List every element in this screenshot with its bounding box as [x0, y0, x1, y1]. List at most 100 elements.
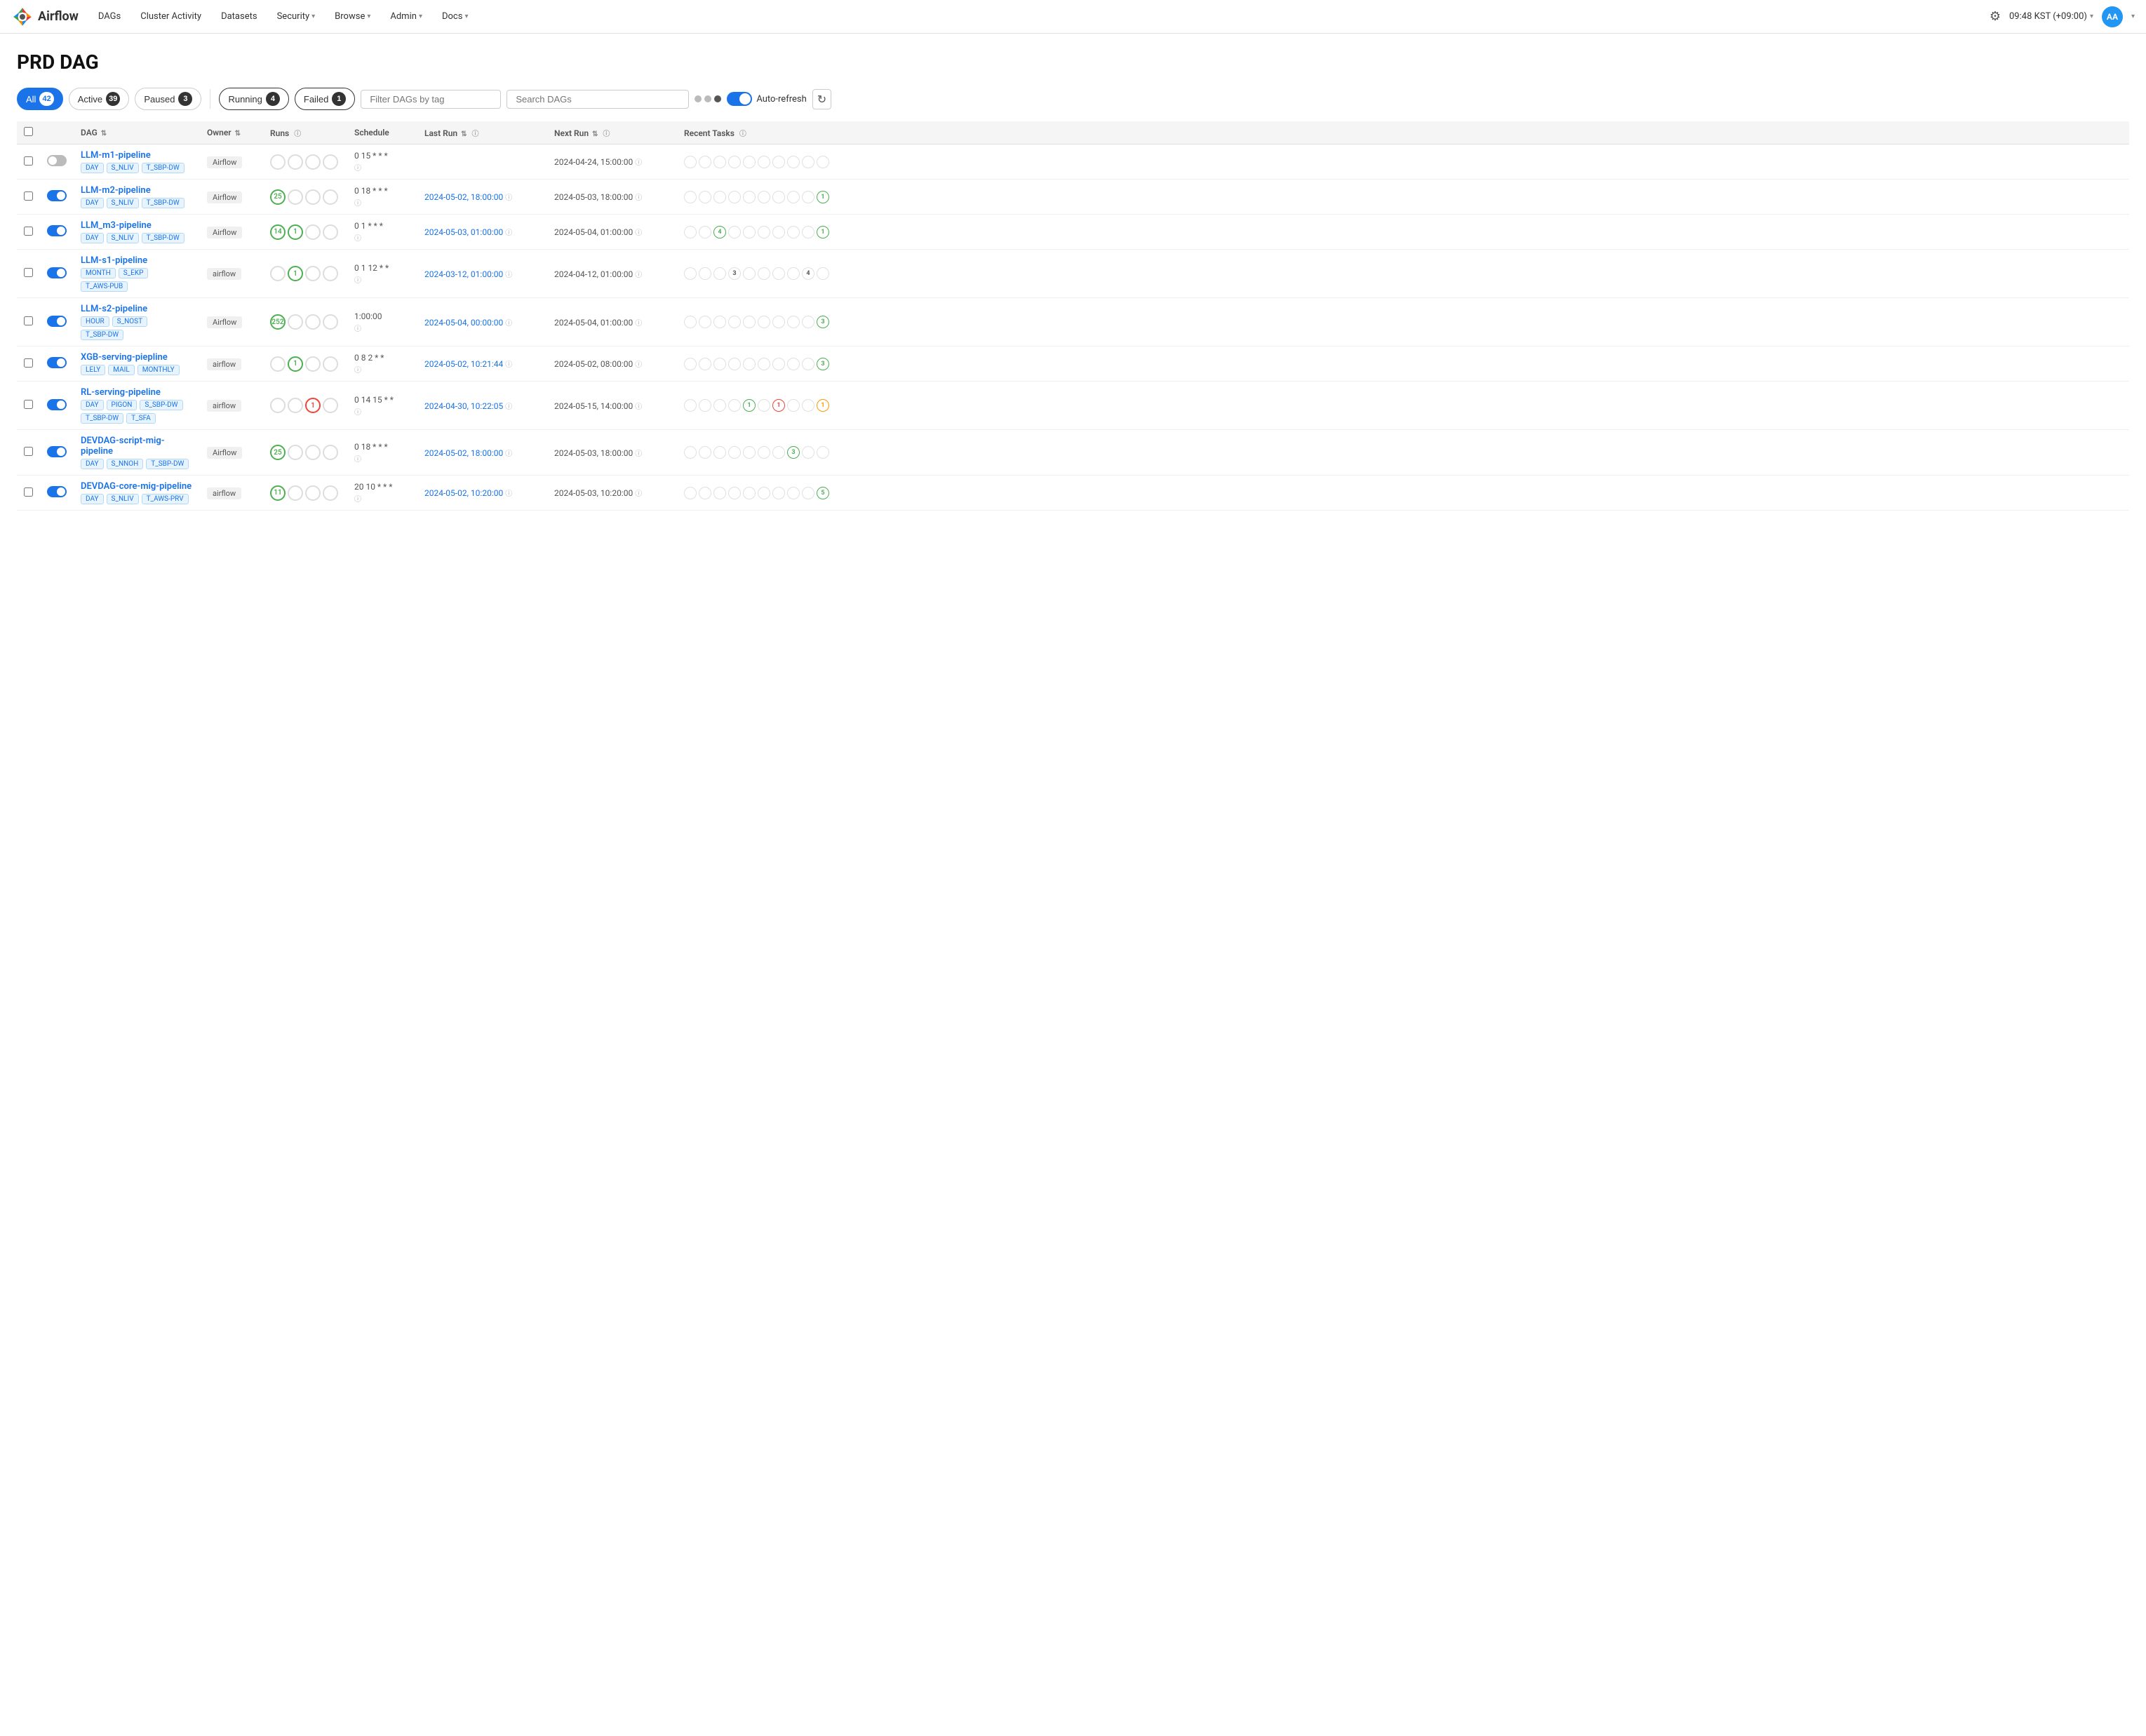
task-circle[interactable]: 1	[772, 399, 785, 412]
dag-toggle[interactable]	[47, 225, 67, 236]
lastrun-info-icon[interactable]: ⓘ	[505, 361, 512, 369]
run-circle[interactable]: 1	[288, 224, 303, 240]
dag-tag[interactable]: S_NLIV	[107, 198, 139, 208]
row-checkbox[interactable]	[24, 316, 33, 325]
dag-name-link[interactable]: LLM_m3-pipeline	[81, 220, 193, 231]
dag-tag[interactable]: T_SFA	[126, 413, 156, 424]
dag-tag[interactable]: DAY	[81, 163, 104, 173]
dag-tag[interactable]: HOUR	[81, 316, 109, 327]
dag-tag[interactable]: DAY	[81, 400, 104, 410]
row-checkbox[interactable]	[24, 268, 33, 277]
nav-dags[interactable]: DAGs	[90, 7, 129, 26]
row-checkbox[interactable]	[24, 156, 33, 166]
row-checkbox[interactable]	[24, 227, 33, 236]
dag-name-link[interactable]: DEVDAG-core-mig-pipeline	[81, 481, 193, 492]
auto-refresh-toggle[interactable]	[727, 92, 752, 106]
runs-info-icon[interactable]: ⓘ	[294, 130, 301, 138]
nextrun-info-icon[interactable]: ⓘ	[635, 271, 642, 279]
nextrun-info-icon[interactable]: ⓘ	[635, 194, 642, 202]
dag-tag[interactable]: S_NLIV	[107, 163, 139, 173]
task-circle[interactable]: 1	[817, 399, 829, 412]
logo[interactable]: Airflow	[11, 6, 79, 28]
dag-toggle[interactable]	[47, 357, 67, 368]
task-circle[interactable]: 3	[787, 446, 800, 459]
lastrun-link[interactable]: 2024-05-04, 00:00:00	[424, 318, 503, 328]
failed-filter-button[interactable]: Failed 1	[295, 88, 355, 110]
select-all-checkbox[interactable]	[24, 127, 33, 136]
dag-toggle[interactable]	[47, 486, 67, 497]
schedule-info-icon[interactable]: ⓘ	[354, 493, 410, 504]
dag-sort-icon[interactable]: ⇅	[101, 130, 107, 137]
dag-tag[interactable]: PIGON	[107, 400, 138, 410]
dag-tag[interactable]: S_NLIV	[107, 494, 139, 504]
nav-admin[interactable]: Admin ▾	[382, 7, 431, 26]
tag-filter-input[interactable]	[361, 90, 501, 109]
dag-name-link[interactable]: LLM-m2-pipeline	[81, 185, 193, 196]
lastrun-info-icon[interactable]: ⓘ	[472, 130, 479, 138]
run-circle[interactable]: 14	[270, 224, 286, 240]
row-checkbox[interactable]	[24, 487, 33, 497]
settings-icon[interactable]: ⚙	[1990, 9, 2001, 24]
schedule-info-icon[interactable]: ⓘ	[354, 406, 410, 417]
schedule-info-icon[interactable]: ⓘ	[354, 453, 410, 464]
dag-toggle[interactable]	[47, 190, 67, 201]
dag-tag[interactable]: DAY	[81, 459, 104, 469]
schedule-info-icon[interactable]: ⓘ	[354, 162, 410, 173]
dag-tag[interactable]: DAY	[81, 233, 104, 243]
lastrun-link[interactable]: 2024-05-02, 10:21:44	[424, 359, 503, 369]
dag-tag[interactable]: S_NLIV	[107, 233, 139, 243]
dag-tag[interactable]: T_SBP-DW	[81, 330, 123, 340]
dag-tag[interactable]: T_SBP-DW	[142, 163, 185, 173]
nextrun-info-icon[interactable]: ⓘ	[635, 490, 642, 498]
dag-tag[interactable]: T_AWS-PRV	[142, 494, 189, 504]
run-circle[interactable]: 1	[305, 398, 321, 413]
task-circle[interactable]: 1	[743, 399, 756, 412]
paused-filter-button[interactable]: Paused 3	[135, 88, 201, 110]
dag-tag[interactable]: MONTHLY	[138, 365, 180, 375]
owner-sort-icon[interactable]: ⇅	[235, 130, 241, 137]
task-circle[interactable]: 3	[817, 358, 829, 370]
dag-tag[interactable]: S_NOST	[112, 316, 147, 327]
run-circle[interactable]: 25	[270, 445, 286, 460]
lastrun-info-icon[interactable]: ⓘ	[505, 229, 512, 237]
lastrun-link[interactable]: 2024-05-02, 18:00:00	[424, 192, 503, 202]
dag-name-link[interactable]: LLM-s2-pipeline	[81, 304, 193, 314]
dag-tag[interactable]: DAY	[81, 198, 104, 208]
nav-browse[interactable]: Browse ▾	[326, 7, 379, 26]
dag-toggle[interactable]	[47, 399, 67, 410]
nextrun-info-icon[interactable]: ⓘ	[635, 320, 642, 328]
schedule-info-icon[interactable]: ⓘ	[354, 274, 410, 285]
lastrun-info-icon[interactable]: ⓘ	[505, 490, 512, 498]
lastrun-link[interactable]: 2024-05-03, 01:00:00	[424, 227, 503, 237]
nextrun-info-icon[interactable]: ⓘ	[635, 450, 642, 458]
run-circle[interactable]: 1	[288, 356, 303, 372]
dag-tag[interactable]: MONTH	[81, 268, 116, 278]
dag-tag[interactable]: S_NNOH	[107, 459, 144, 469]
run-circle[interactable]: 1	[288, 266, 303, 281]
nextrun-info-icon[interactable]: ⓘ	[635, 403, 642, 411]
dag-toggle[interactable]	[47, 155, 67, 166]
lastrun-info-icon[interactable]: ⓘ	[505, 450, 512, 458]
lastrun-link[interactable]: 2024-05-02, 18:00:00	[424, 448, 503, 458]
lastrun-sort-icon[interactable]: ⇅	[461, 130, 467, 138]
lastrun-info-icon[interactable]: ⓘ	[505, 271, 512, 279]
dag-tag[interactable]: T_SBP-DW	[81, 413, 123, 424]
dag-tag[interactable]: DAY	[81, 494, 104, 504]
row-checkbox[interactable]	[24, 400, 33, 409]
schedule-info-icon[interactable]: ⓘ	[354, 364, 410, 375]
task-circle[interactable]: 4	[713, 226, 726, 238]
lastrun-info-icon[interactable]: ⓘ	[505, 194, 512, 202]
nextrun-info-icon[interactable]: ⓘ	[635, 361, 642, 369]
refresh-icon[interactable]: ↻	[812, 89, 831, 109]
lastrun-info-icon[interactable]: ⓘ	[505, 320, 512, 328]
row-checkbox[interactable]	[24, 358, 33, 368]
dag-name-link[interactable]: RL-serving-pipeline	[81, 387, 193, 398]
active-filter-button[interactable]: Active 39	[69, 88, 130, 110]
task-circle[interactable]: 1	[817, 226, 829, 238]
schedule-info-icon[interactable]: ⓘ	[354, 232, 410, 243]
nav-security[interactable]: Security ▾	[269, 7, 324, 26]
all-filter-button[interactable]: All 42	[17, 88, 63, 110]
lastrun-link[interactable]: 2024-05-02, 10:20:00	[424, 488, 503, 498]
dag-name-link[interactable]: LLM-m1-pipeline	[81, 150, 193, 161]
dag-tag[interactable]: MAIL	[108, 365, 134, 375]
